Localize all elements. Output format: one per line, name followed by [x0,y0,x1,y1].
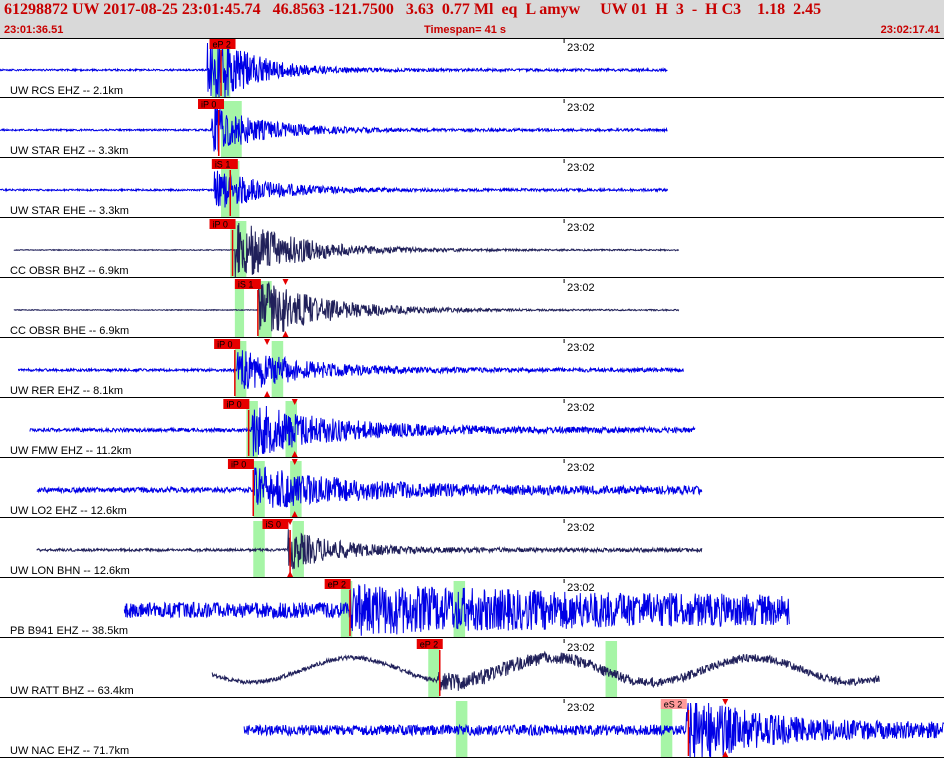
time-tick-label: 23:02 [567,162,595,174]
time-tick-label: 23:02 [567,102,595,114]
time-tick-label: 23:02 [567,42,595,54]
time-tick-label: 23:02 [567,462,595,474]
pick-marker-bottom [264,391,271,397]
time-tick-label: 23:02 [567,222,595,234]
seismogram-panel: 23:02 eP 2 UW RCS EHZ -- 2.1km 23:02 iP 0 UW … [0,39,944,758]
pick-marker-top [282,279,289,285]
timespan-label: Timespan= 41 s [424,24,507,36]
station-label: UW RCS EHZ -- 2.1km [10,85,123,97]
phase-pick-label[interactable]: eP 2 [420,640,438,650]
time-tick-label: 23:02 [567,582,595,594]
phase-pick-label[interactable]: iS 1 [238,280,254,290]
phase-pick-label[interactable]: iP 0 [201,100,216,110]
time-tick-label: 23:02 [567,702,595,714]
pick-marker-top [264,339,271,345]
phase-pick-label[interactable]: iP 0 [213,220,228,230]
waveform-trace [17,350,684,389]
time-tick-label: 23:02 [567,522,595,534]
phase-pick-label[interactable]: iP 0 [231,460,246,470]
waveform-trace [36,529,703,570]
station-label: UW RER EHZ -- 8.1km [10,385,123,397]
station-label: UW LO2 EHZ -- 12.6km [10,505,127,517]
station-label: UW STAR EHE -- 3.3km [10,205,129,217]
station-label: UW LON BHN -- 12.6km [10,565,130,577]
waveform-trace [211,650,880,691]
phase-pick-label[interactable]: iP 0 [217,340,232,350]
waveform-trace [0,170,668,208]
pick-marker-bottom [287,571,294,577]
station-label: CC OBSR BHE -- 6.9km [10,325,129,337]
event-title: 61298872 UW 2017-08-25 23:01:45.74 46.85… [4,1,822,18]
pick-marker-top [722,699,729,705]
event-header: 61298872 UW 2017-08-25 23:01:45.74 46.85… [0,0,944,39]
phase-pick-label[interactable]: eP 2 [328,580,346,590]
phase-pick-label[interactable]: iS 0 [265,520,281,530]
time-tick-label: 23:02 [567,402,595,414]
station-label: PB B941 EHZ -- 38.5km [10,625,128,637]
station-label: UW STAR EHZ -- 3.3km [10,145,128,157]
station-label: UW NAC EHZ -- 71.7km [10,745,129,757]
phase-pick-label[interactable]: eP 2 [213,40,231,50]
phase-pick-label[interactable]: eS 2 [664,700,683,710]
phase-pick-label[interactable]: iS 1 [215,160,231,170]
phase-pick-label[interactable]: iP 0 [226,400,241,410]
time-tick-label: 23:02 [567,342,595,354]
station-label: CC OBSR BHZ -- 6.9km [10,265,129,277]
time-tick-label: 23:02 [567,642,595,654]
station-label: UW FMW EHZ -- 11.2km [10,445,131,457]
time-tick-label: 23:02 [567,282,595,294]
station-label: UW RATT BHZ -- 63.4km [10,685,134,697]
end-time: 23:02:17.41 [880,24,940,36]
start-time: 23:01:36.51 [4,24,64,36]
waveform-trace [36,466,703,508]
